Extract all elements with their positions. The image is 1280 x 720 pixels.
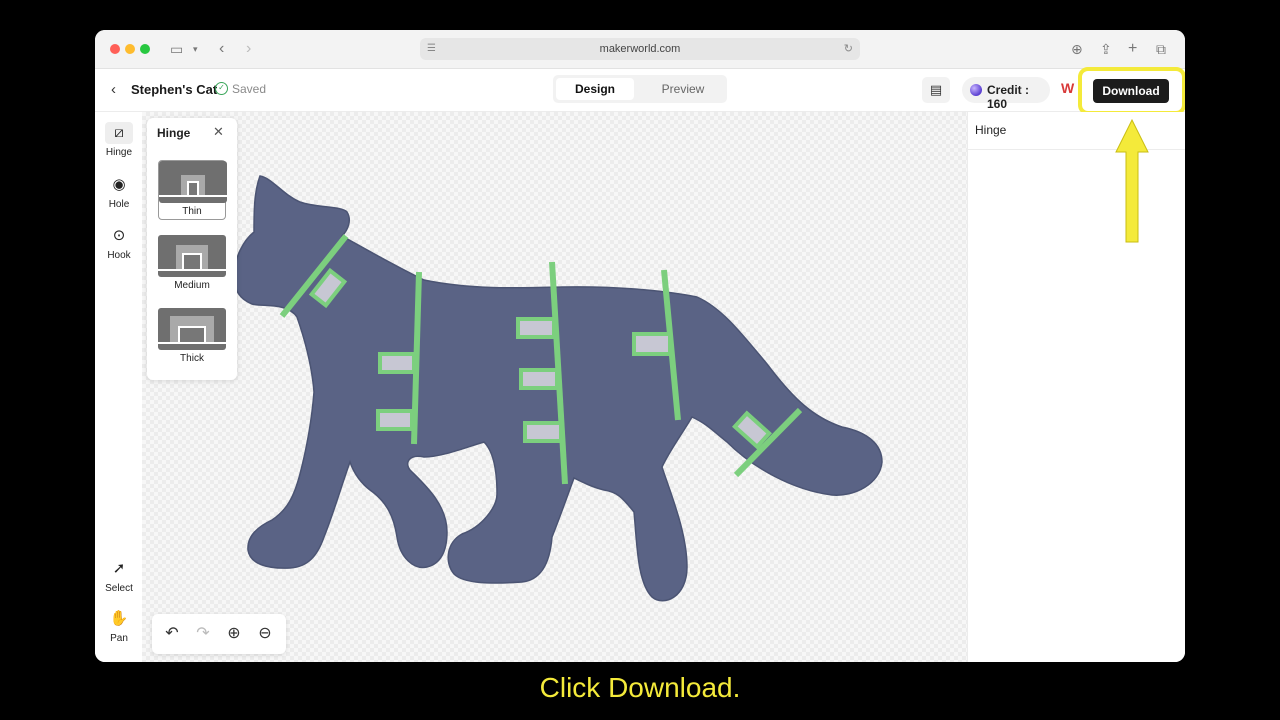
properties-panel: Hinge (967, 112, 1185, 662)
share-icon[interactable]: ⇪ (1100, 40, 1112, 58)
forward-arrow-icon[interactable]: › (246, 40, 251, 58)
tutorial-caption: Click Download. (539, 672, 741, 703)
hinge-option-medium-label: Medium (174, 280, 210, 291)
up-arrow-icon (1115, 118, 1149, 243)
chevron-left-icon[interactable]: ‹ (111, 81, 116, 98)
redo-icon[interactable]: ↷ (191, 622, 215, 646)
page-settings-icon[interactable]: ☰ (427, 38, 436, 60)
properties-title: Hinge (975, 123, 1007, 137)
thin-hinge-preview (159, 161, 227, 203)
saved-status: Saved (232, 82, 267, 96)
tool-pan-label: Pan (110, 633, 128, 644)
back-arrow-icon[interactable]: ‹ (219, 40, 224, 58)
tab-overview-icon[interactable]: ⧉ (1156, 40, 1166, 58)
sidebar-toggle-icon[interactable]: ▭ (170, 40, 183, 58)
hook-icon: ⊙ (112, 227, 126, 244)
credit-icon (970, 84, 982, 96)
undo-icon[interactable]: ↶ (160, 622, 184, 646)
app-header: ‹ Stephen's Cat ✓ Saved Design Preview ▤… (95, 69, 1185, 112)
tab-design[interactable]: Design (556, 78, 634, 100)
reload-icon[interactable]: ↻ (844, 38, 853, 60)
hinge-option-thick[interactable]: Thick (158, 308, 226, 364)
tool-hook-label: Hook (107, 250, 131, 261)
hinge-option-thin-label: Thin (182, 206, 202, 217)
thick-hinge-preview (158, 308, 226, 350)
address-bar[interactable]: ☰ makerworld.com ↻ (420, 38, 860, 60)
tool-hook[interactable]: ⊙ Hook (100, 225, 138, 261)
book-icon[interactable]: ▤ (922, 77, 950, 103)
minimize-window-button[interactable] (125, 44, 135, 54)
medium-hinge-preview (158, 235, 226, 277)
check-circle-icon: ✓ (215, 82, 228, 95)
tool-hinge[interactable]: ⧄ Hinge (100, 122, 138, 158)
hinge-option-medium[interactable]: Medium (158, 235, 226, 291)
hand-icon: ✋ (109, 610, 129, 627)
hinge-option-thick-label: Thick (180, 353, 204, 364)
credit-badge[interactable]: Credit : 160 (962, 77, 1050, 111)
tool-hole-label: Hole (108, 199, 130, 210)
credit-label: Credit : 160 (987, 83, 1029, 111)
hinge-icon: ⧄ (105, 122, 133, 144)
close-window-button[interactable] (110, 44, 120, 54)
tool-hole[interactable]: ◉ Hole (100, 174, 138, 210)
maximize-window-button[interactable] (140, 44, 150, 54)
canvas-toolbar: ↶ ↷ ⊕ ⊖ (152, 614, 286, 654)
divider (968, 149, 1185, 150)
zoom-in-icon[interactable]: ⊕ (222, 622, 246, 646)
tool-pan[interactable]: ✋ Pan (100, 608, 138, 644)
project-title: Stephen's Cat (131, 82, 218, 97)
url-text: makerworld.com (599, 43, 681, 55)
hole-icon: ◉ (112, 176, 126, 193)
tool-rail: ⧄ Hinge ◉ Hole ⊙ Hook ➚ Select ✋ Pan (95, 112, 142, 662)
design-canvas[interactable]: ↶ ↷ ⊕ ⊖ (142, 112, 967, 662)
downloads-icon[interactable]: ⊕ (1071, 40, 1083, 58)
hinge-option-thin[interactable]: Thin (158, 160, 227, 220)
tab-preview[interactable]: Preview (643, 78, 723, 100)
new-tab-icon[interactable]: + (1128, 40, 1137, 58)
hinge-options-panel: Hinge ✕ Thin Medium Thick (147, 118, 237, 380)
zoom-out-icon[interactable]: ⊖ (253, 622, 277, 646)
tool-select-label: Select (105, 583, 133, 594)
brand-logo: W (1061, 80, 1075, 96)
download-button[interactable]: Download (1093, 79, 1169, 103)
browser-window: ▭ ▾ ‹ › ☰ makerworld.com ↻ ⊕ ⇪ + ⧉ ‹ Ste… (95, 30, 1185, 662)
browser-toolbar: ▭ ▾ ‹ › ☰ makerworld.com ↻ ⊕ ⇪ + ⧉ (95, 30, 1185, 69)
tool-hinge-label: Hinge (105, 147, 133, 158)
tool-select[interactable]: ➚ Select (100, 558, 138, 594)
chevron-down-icon[interactable]: ▾ (193, 40, 198, 58)
view-tabs: Design Preview (553, 75, 727, 103)
close-icon[interactable]: ✕ (213, 124, 224, 140)
panel-title: Hinge (157, 126, 191, 140)
cursor-icon: ➚ (112, 560, 126, 577)
cat-shape[interactable] (142, 112, 967, 662)
